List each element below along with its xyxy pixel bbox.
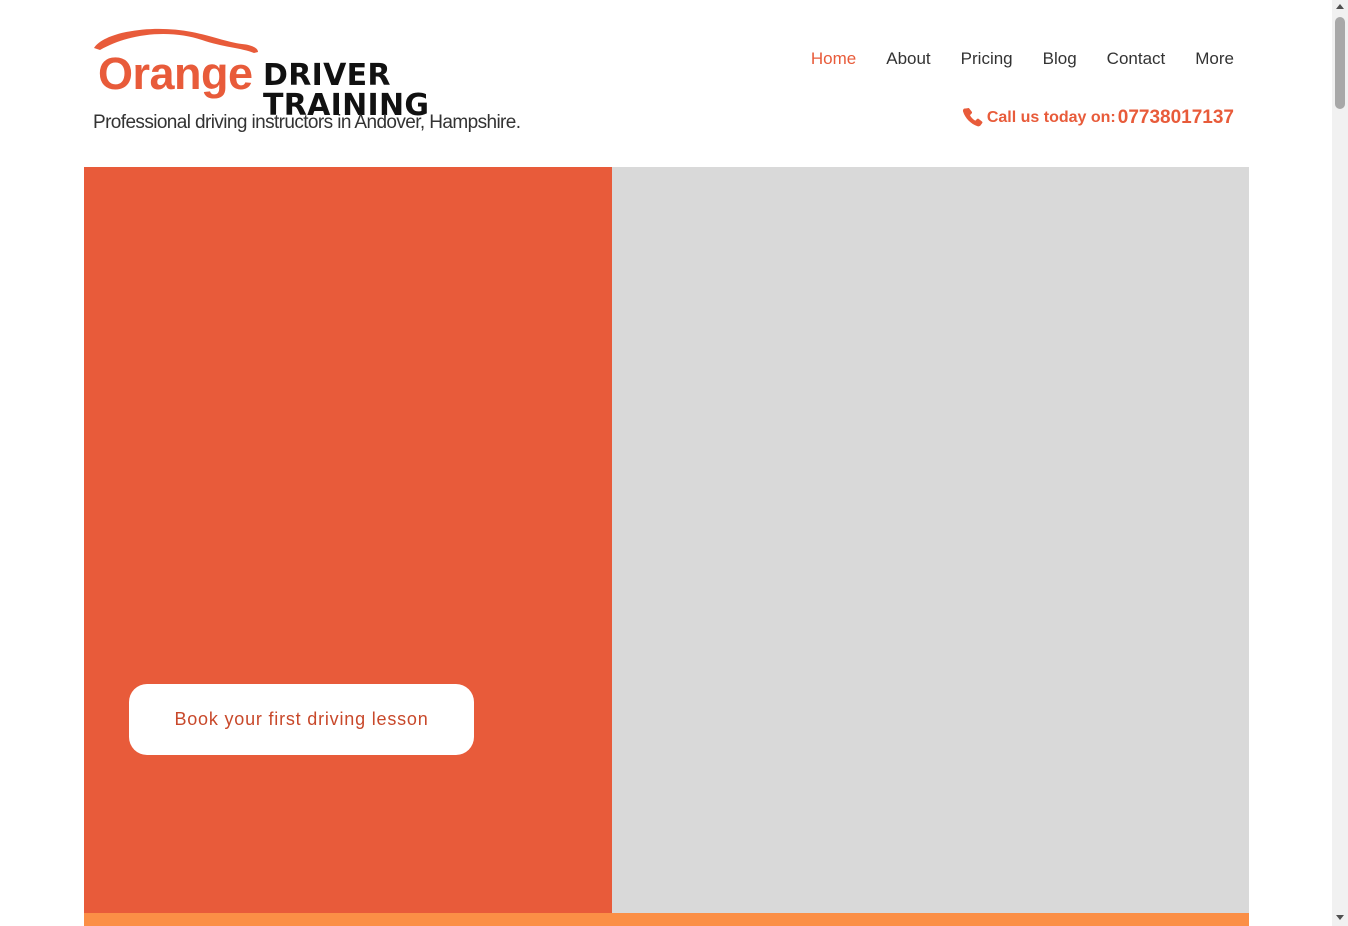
phone-icon [962, 107, 983, 127]
hero-image-placeholder [612, 167, 1249, 913]
page-scrollbar[interactable] [1332, 0, 1348, 926]
scroll-down-arrow-icon[interactable] [1336, 915, 1344, 920]
nav-item-contact[interactable]: Contact [1107, 48, 1166, 70]
call-us-line[interactable]: Call us today on: 07738017137 [961, 106, 1234, 130]
book-first-lesson-button[interactable]: Book your first driving lesson [129, 684, 474, 755]
logo-word-orange: Orange [98, 48, 253, 99]
site-tagline: Professional driving instructors in Ando… [93, 112, 521, 133]
call-label: Call us today on: [986, 109, 1116, 126]
hero-left-panel: Book your first driving lesson [84, 167, 612, 913]
main-nav: Home About Pricing Blog Contact More [781, 48, 1234, 70]
scrollbar-thumb[interactable] [1335, 17, 1345, 109]
nav-item-about[interactable]: About [886, 48, 930, 70]
site-header: Orange DRIVER TRAINING Professional driv… [84, 0, 1249, 167]
nav-item-home[interactable]: Home [811, 48, 856, 70]
nav-item-blog[interactable]: Blog [1043, 48, 1077, 70]
section-divider-strip [84, 913, 1249, 926]
nav-item-more[interactable]: More [1195, 48, 1234, 70]
phone-number-link[interactable]: 07738017137 [1118, 107, 1234, 129]
scroll-up-arrow-icon[interactable] [1336, 4, 1344, 9]
page: Orange DRIVER TRAINING Professional driv… [0, 0, 1332, 926]
nav-item-pricing[interactable]: Pricing [961, 48, 1013, 70]
site-logo[interactable]: Orange DRIVER TRAINING [92, 26, 562, 121]
